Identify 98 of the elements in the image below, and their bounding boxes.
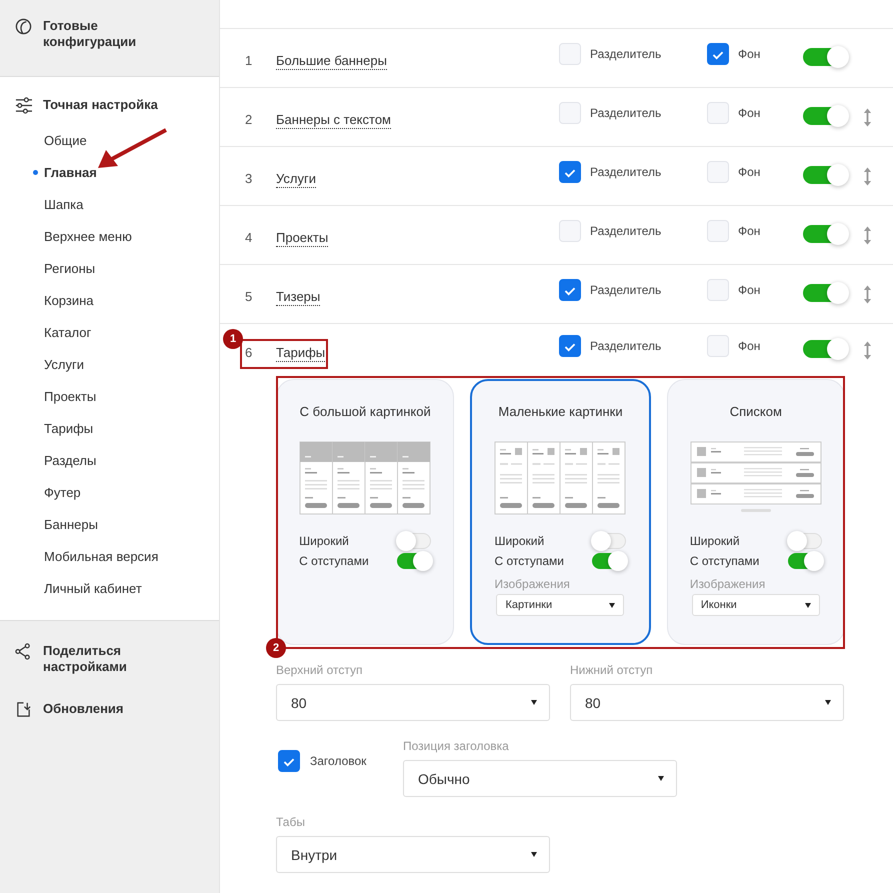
- sidebar-item[interactable]: Каталог: [44, 324, 92, 340]
- toggle-switch[interactable]: [803, 340, 847, 358]
- checkbox-label: Фон: [738, 106, 760, 120]
- divider-checkbox[interactable]: [559, 161, 581, 183]
- caret-icon: [658, 776, 664, 781]
- caret-icon: [825, 700, 831, 705]
- sidebar-item[interactable]: Услуги: [44, 356, 84, 372]
- caret-icon: [804, 602, 811, 608]
- checkbox-label: Разделитель: [590, 283, 662, 297]
- top-padding-select[interactable]: 80: [276, 684, 550, 721]
- annotation-arrow: [96, 128, 168, 170]
- checkbox-label: Фон: [738, 165, 760, 179]
- checkbox-label: Разделитель: [590, 339, 662, 353]
- caret-icon: [531, 700, 537, 705]
- checkbox-label: Заголовок: [310, 754, 366, 768]
- sidebar-item[interactable]: Корзина: [44, 292, 94, 308]
- block-number: 5: [244, 288, 254, 304]
- images-select[interactable]: Картинки: [496, 594, 624, 616]
- toggle-switch[interactable]: [397, 553, 432, 569]
- sidebar-section-title[interactable]: Обновления: [43, 701, 163, 717]
- sidebar-item[interactable]: Шапка: [44, 196, 84, 212]
- sidebar-item[interactable]: Разделы: [44, 452, 96, 468]
- sidebar-item[interactable]: Регионы: [44, 260, 96, 276]
- drag-handle-icon[interactable]: [863, 284, 872, 304]
- toggle-switch[interactable]: [803, 106, 847, 124]
- sidebar-item[interactable]: Тарифы: [44, 420, 94, 436]
- field-label: Позиция заголовка: [403, 739, 510, 753]
- field-label: Верхний отступ: [276, 663, 364, 677]
- block-number: 4: [244, 228, 254, 244]
- heading-position-select[interactable]: Обычно: [403, 760, 677, 797]
- update-icon: [15, 701, 32, 718]
- checkbox-label: Разделитель: [590, 165, 662, 179]
- layout-title: Списком: [730, 404, 782, 419]
- sidebar-item[interactable]: Проекты: [44, 388, 96, 404]
- block-number: 3: [244, 170, 254, 186]
- sliders-icon: [15, 97, 32, 114]
- background-checkbox[interactable]: [707, 43, 729, 65]
- toggle-switch[interactable]: [592, 553, 626, 569]
- field-label: Изображения: [494, 577, 571, 591]
- block-name[interactable]: Услуги: [276, 170, 316, 188]
- checkbox-label: Фон: [738, 224, 760, 238]
- sidebar-section-title[interactable]: Точная настройка: [43, 97, 163, 113]
- sidebar-item[interactable]: Главная: [44, 164, 97, 180]
- option-label: С отступами: [690, 554, 760, 568]
- block-name[interactable]: Баннеры с текстом: [276, 112, 391, 128]
- divider-checkbox[interactable]: [559, 279, 581, 301]
- heading-checkbox[interactable]: [278, 750, 300, 772]
- toggle-switch[interactable]: [803, 224, 847, 242]
- sidebar-item[interactable]: Футер: [44, 484, 81, 500]
- share-icon: [15, 643, 32, 660]
- active-dot: [33, 170, 38, 174]
- drag-handle-icon[interactable]: [863, 166, 872, 186]
- toggle-switch[interactable]: [788, 553, 822, 569]
- block-number: 1: [244, 52, 254, 68]
- toggle-switch[interactable]: [803, 284, 847, 302]
- drag-handle-icon[interactable]: [863, 340, 872, 360]
- block-name[interactable]: Большие баннеры: [276, 52, 387, 70]
- layout-card[interactable]: Маленькие картинки Широкий С отступами Изображения Картинки: [470, 379, 651, 645]
- block-name[interactable]: Проекты: [276, 230, 328, 246]
- drag-handle-icon[interactable]: [863, 224, 872, 246]
- layout-title: Маленькие картинки: [498, 404, 623, 419]
- images-select[interactable]: Иконки: [692, 594, 820, 616]
- annotation-badge: 2: [266, 638, 286, 658]
- checkbox-label: Фон: [738, 47, 760, 61]
- sidebar-item[interactable]: Общие: [44, 132, 87, 148]
- option-label: Широкий: [299, 534, 349, 548]
- option-label: Широкий: [690, 534, 740, 548]
- toggle-switch[interactable]: [803, 166, 847, 184]
- field-label: Изображения: [690, 577, 766, 591]
- tabs-select[interactable]: Внутри: [276, 836, 550, 873]
- sidebar-item[interactable]: Мобильная версия: [44, 548, 158, 564]
- sidebar-item[interactable]: Личный кабинет: [44, 580, 142, 596]
- layout-card[interactable]: Списком Широкий С отступами Изображения Иконки: [666, 379, 845, 645]
- checkbox-label: Разделитель: [590, 106, 662, 120]
- drag-handle-icon[interactable]: [863, 106, 872, 128]
- caret-icon: [609, 602, 616, 608]
- checkbox-label: Фон: [738, 283, 760, 297]
- annotation-badge: 1: [223, 329, 243, 349]
- sidebar-item[interactable]: Верхнее меню: [44, 228, 132, 244]
- field-label: Нижний отступ: [570, 663, 654, 677]
- divider-checkbox[interactable]: [559, 335, 581, 357]
- option-label: С отступами: [299, 554, 369, 568]
- bottom-padding-select[interactable]: 80: [570, 684, 844, 721]
- toggle-switch[interactable]: [803, 48, 847, 66]
- checkbox-label: Фон: [738, 339, 760, 353]
- block-number: 2: [244, 110, 254, 126]
- palette-icon: [15, 18, 32, 35]
- option-label: Широкий: [494, 534, 544, 548]
- checkbox-label: Разделитель: [590, 224, 662, 238]
- sidebar-item[interactable]: Баннеры: [44, 516, 98, 532]
- caret-icon: [531, 852, 537, 857]
- option-label: С отступами: [494, 554, 564, 568]
- block-number: 6: [244, 344, 254, 360]
- layout-title: С большой картинкой: [300, 404, 431, 419]
- field-label: Табы: [276, 815, 306, 829]
- checkbox-label: Разделитель: [590, 47, 662, 61]
- block-name[interactable]: Тизеры: [276, 288, 320, 306]
- block-name[interactable]: Тарифы: [276, 344, 326, 362]
